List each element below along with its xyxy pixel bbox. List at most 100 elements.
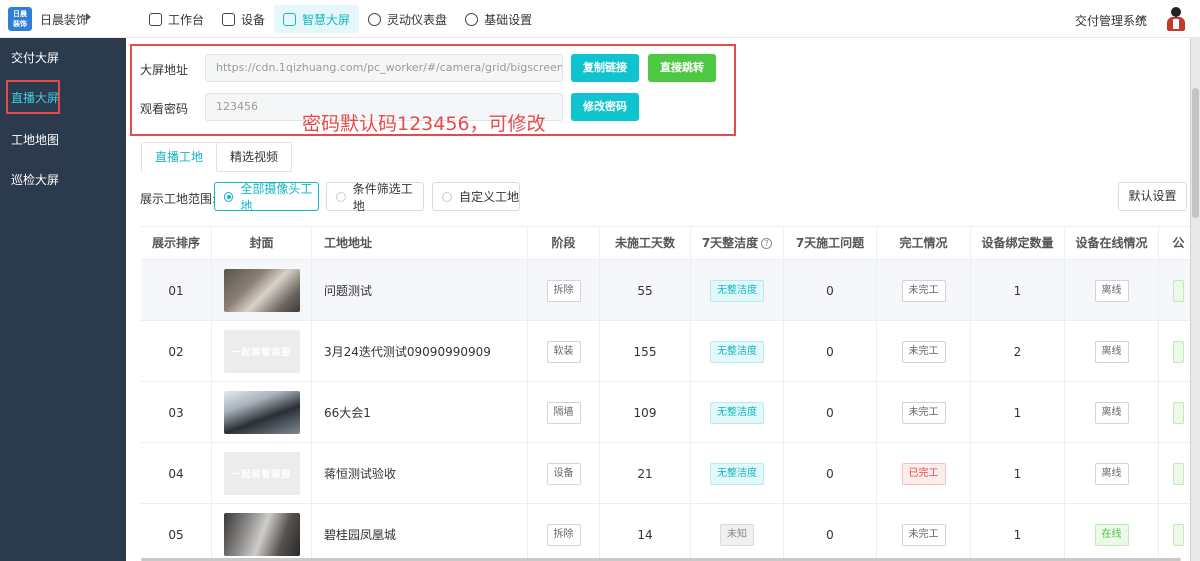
stage-tag: 拆除 [546, 279, 581, 302]
tab-featured-videos[interactable]: 精选视频 [217, 142, 293, 172]
copy-link-button[interactable]: 复制链接 [571, 54, 639, 82]
scrollbar-thumb[interactable] [1192, 88, 1199, 218]
more-tag [1173, 523, 1185, 546]
top-nav: 工作台 设备 智慧大屏 灵动仪表盘 基础设置 [140, 5, 541, 33]
cell-idle-days: 21 [600, 443, 691, 504]
change-password-button[interactable]: 修改密码 [571, 93, 639, 121]
online-tag: 离线 [1094, 401, 1129, 424]
table-row[interactable]: 01 问题测试 拆除 55 无整洁度 0 未完工 1 离线 [141, 260, 1190, 321]
cell-online: 在线 [1065, 504, 1159, 561]
cell-stage: 拆除 [528, 260, 600, 321]
table-row[interactable]: 03 66大会1 隔墙 109 无整洁度 0 未完工 1 离线 [141, 382, 1190, 443]
col-header-stage: 阶段 [528, 227, 600, 260]
cell-completion: 未完工 [877, 382, 971, 443]
cell-idle-days: 109 [600, 382, 691, 443]
cell-online: 离线 [1065, 260, 1159, 321]
sites-table: 展示排序 封面 工地地址 阶段 未施工天数 7天整洁度? 7天施工问题 完工情况… [141, 226, 1190, 561]
cleanliness-tag: 无整洁度 [710, 462, 764, 485]
nav-item-dashboard[interactable]: 灵动仪表盘 [359, 5, 456, 33]
col-header-completion: 完工情况 [877, 227, 971, 260]
cell-address: 碧桂园凤凰城 [312, 504, 528, 561]
company-name[interactable]: 日晨装饰 [40, 11, 88, 28]
nav-label: 工作台 [168, 12, 205, 27]
cell-cover[interactable]: 一起装智装服 [212, 443, 312, 504]
col-header-online: 设备在线情况 [1065, 227, 1159, 260]
cover-image[interactable] [223, 513, 300, 556]
cell-cover[interactable]: 一起装智装服 [212, 321, 312, 382]
cell-idle-days: 55 [600, 260, 691, 321]
cell-order: 03 [141, 382, 212, 443]
scope-filter-sites[interactable]: 条件筛选工地 [326, 182, 424, 213]
cell-cleanliness: 无整洁度 [691, 321, 784, 382]
more-tag [1173, 401, 1185, 424]
sidebar-item-inspection-screen[interactable]: 巡检大屏 [0, 160, 126, 200]
avatar[interactable] [1164, 5, 1188, 33]
nav-label: 设备 [241, 12, 266, 27]
cell-online: 离线 [1065, 382, 1159, 443]
cell-issues: 0 [784, 260, 877, 321]
vertical-scrollbar[interactable] [1190, 38, 1200, 561]
cell-address: 3月24迭代测试09090990909 [312, 321, 528, 382]
col-header-idle-days: 未施工天数 [600, 227, 691, 260]
caret-right-icon[interactable] [86, 13, 91, 21]
stage-tag: 隔墙 [546, 401, 581, 424]
cover-placeholder[interactable]: 一起装智装服 [223, 452, 300, 495]
nav-item-devices[interactable]: 设备 [213, 5, 274, 33]
tab-live-sites[interactable]: 直播工地 [141, 142, 218, 172]
online-tag: 离线 [1094, 340, 1129, 363]
cell-order: 01 [141, 260, 212, 321]
monitor-icon [283, 12, 297, 26]
table-row[interactable]: 02 一起装智装服 3月24迭代测试09090990909 软装 155 无整洁… [141, 321, 1190, 382]
main-content: 大屏地址 https://cdn.1qizhuang.com/pc_worker… [126, 38, 1190, 561]
cell-issues: 0 [784, 504, 877, 561]
cleanliness-tag: 未知 [720, 523, 754, 546]
table-row[interactable]: 05 碧桂园凤凰城 拆除 14 未知 0 未完工 1 在线 [141, 504, 1190, 561]
scope-all-cameras[interactable]: 全部摄像头工地 [214, 182, 319, 213]
nav-item-workbench[interactable]: 工作台 [140, 5, 213, 33]
table-row[interactable]: 04 一起装智装服 蒋恒测试验收 设备 21 无整洁度 0 已完工 1 离线 [141, 443, 1190, 504]
completion-tag: 未完工 [901, 523, 946, 546]
online-tag: 离线 [1094, 462, 1129, 485]
scope-custom-sites[interactable]: 自定义工地 [432, 182, 520, 211]
cell-more [1159, 504, 1190, 561]
table-header: 展示排序 封面 工地地址 阶段 未施工天数 7天整洁度? 7天施工问题 完工情况… [141, 227, 1190, 260]
nav-item-smart-screen[interactable]: 智慧大屏 [274, 5, 360, 33]
direct-jump-button[interactable]: 直接跳转 [648, 54, 716, 82]
gear-icon [465, 12, 479, 26]
sidebar-item-delivery-screen[interactable]: 交付大屏 [0, 38, 126, 78]
cover-image[interactable] [223, 391, 300, 434]
radio-icon [442, 191, 452, 202]
stage-tag: 软装 [546, 340, 581, 363]
cell-stage: 隔墙 [528, 382, 600, 443]
cell-issues: 0 [784, 321, 877, 382]
cell-completion: 未完工 [877, 321, 971, 382]
cell-cleanliness: 无整洁度 [691, 382, 784, 443]
default-settings-button[interactable]: 默认设置 [1118, 182, 1187, 211]
cleanliness-tag: 无整洁度 [710, 401, 764, 424]
cell-idle-days: 155 [600, 321, 691, 382]
cell-online: 离线 [1065, 321, 1159, 382]
col-header-cleanliness-label: 7天整洁度 [701, 236, 759, 250]
cover-image[interactable] [223, 269, 300, 312]
radio-icon [224, 191, 234, 202]
top-bar: 日晨 装饰 日晨装饰 工作台 设备 智慧大屏 灵动仪表盘 基础设置 交付管理系统 [0, 0, 1200, 38]
cell-cover[interactable] [212, 382, 312, 443]
cell-cover[interactable] [212, 260, 312, 321]
cell-issues: 0 [784, 443, 877, 504]
cell-address: 蒋恒测试验收 [312, 443, 528, 504]
system-switcher[interactable]: 交付管理系统 [1075, 12, 1147, 29]
screen-url-input[interactable]: https://cdn.1qizhuang.com/pc_worker/#/ca… [205, 54, 563, 82]
screen-settings-panel: 大屏地址 https://cdn.1qizhuang.com/pc_worker… [126, 38, 1190, 138]
question-icon[interactable]: ? [761, 238, 773, 249]
col-header-issues: 7天施工问题 [784, 227, 877, 260]
avatar-head [1171, 7, 1181, 17]
box-icon [149, 12, 162, 26]
cell-device-count: 1 [971, 504, 1065, 561]
cover-placeholder[interactable]: 一起装智装服 [223, 330, 300, 373]
company-logo[interactable]: 日晨 装饰 [8, 7, 32, 31]
nav-item-settings[interactable]: 基础设置 [456, 5, 541, 33]
sidebar-item-site-map[interactable]: 工地地图 [0, 120, 126, 160]
cell-cover[interactable] [212, 504, 312, 561]
password-note: 密码默认码123456，可修改 [302, 113, 546, 135]
cell-device-count: 1 [971, 260, 1065, 321]
